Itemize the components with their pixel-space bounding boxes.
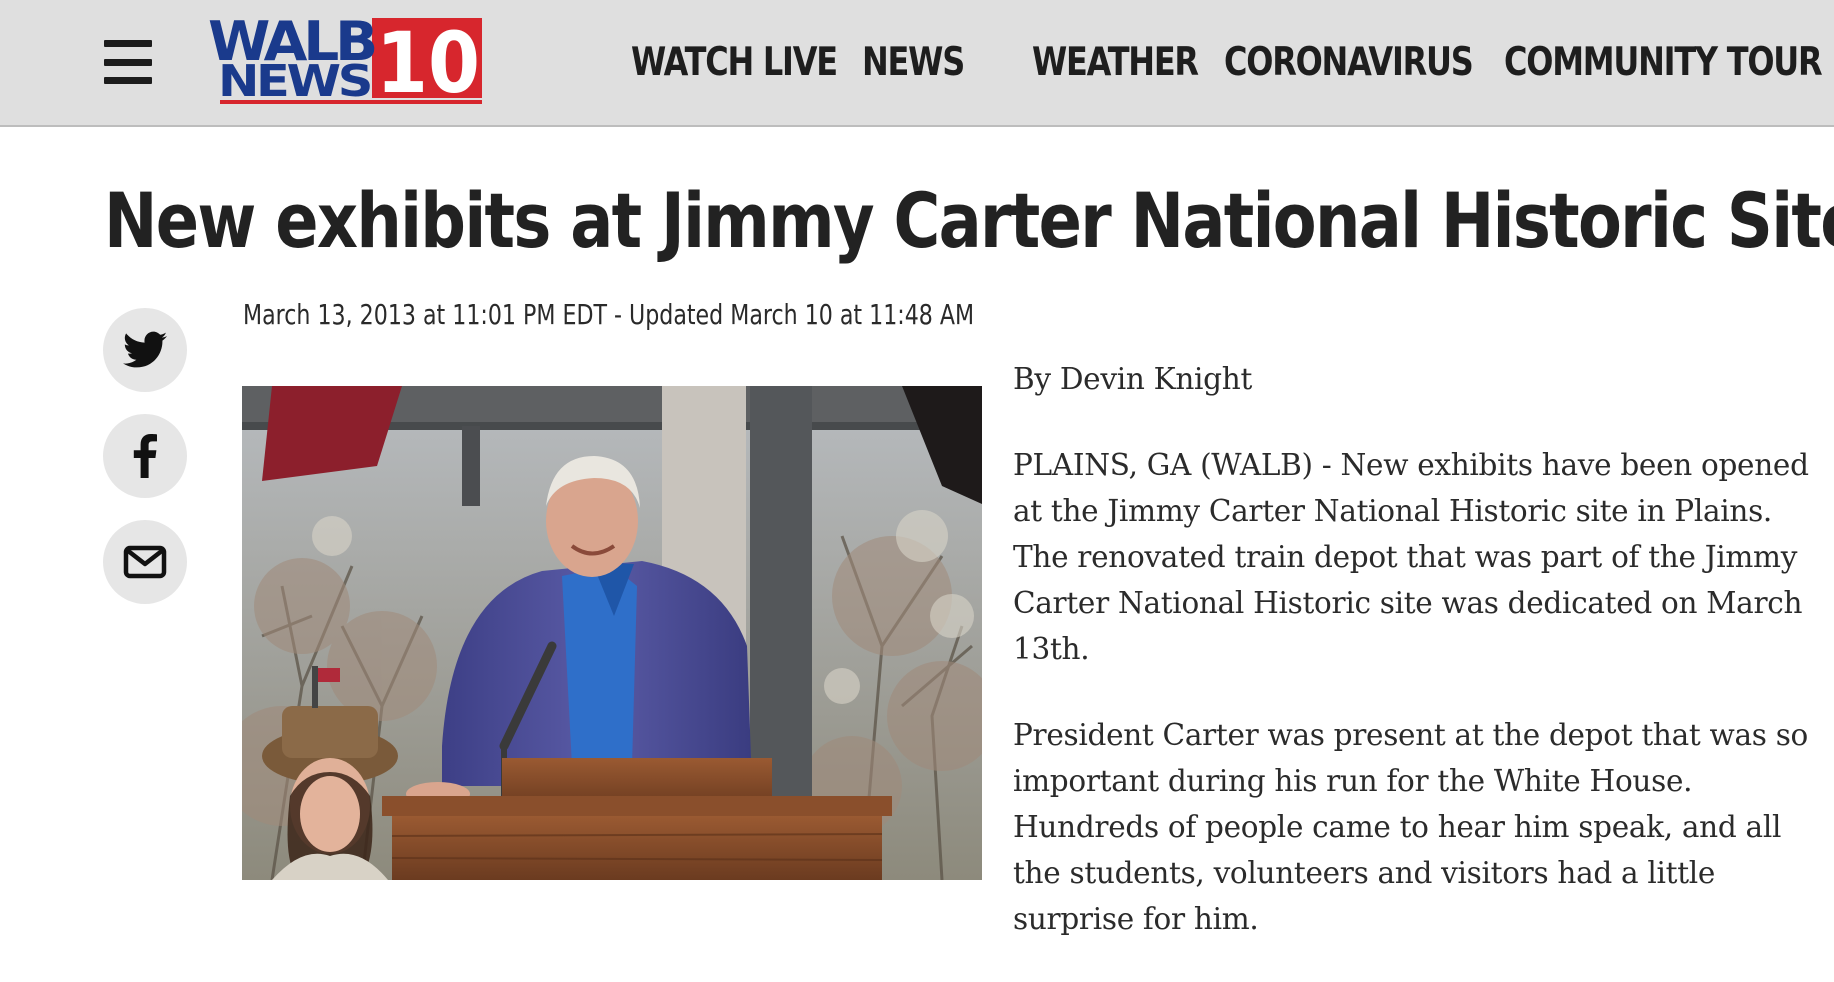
article-paragraph: President Carter was present at the depo… xyxy=(1013,718,1808,936)
nav-link-community-tour[interactable]: COMMUNITY TOUR xyxy=(1504,40,1823,85)
email-icon xyxy=(123,545,167,579)
nav-item-weather[interactable]: WEATHER xyxy=(1032,40,1199,90)
share-email-button[interactable] xyxy=(103,520,187,604)
share-facebook-button[interactable] xyxy=(103,414,187,498)
article-paragraph: PLAINS, GA (WALB) - New exhibits have be… xyxy=(1013,448,1809,666)
article-timestamp: March 13, 2013 at 11:01 PM EDT - Updated… xyxy=(243,298,975,331)
nav-link-coronavirus[interactable]: CORONAVIRUS xyxy=(1224,40,1474,85)
nav-item-news[interactable]: NEWS xyxy=(862,40,992,90)
nav-item-community-tour[interactable]: COMMUNITY TOUR xyxy=(1504,40,1823,90)
twitter-icon xyxy=(123,331,167,368)
nav-item-coronavirus[interactable]: CORONAVIRUS xyxy=(1224,40,1474,90)
nav-link-news[interactable]: NEWS xyxy=(862,40,969,85)
article-photo[interactable] xyxy=(242,386,982,880)
site-header: WALB NEWS 10 WATCH LIVE NEWS WEATHER COR… xyxy=(0,0,1834,127)
share-bar xyxy=(103,308,187,604)
nav-link-watch-live[interactable]: WATCH LIVE xyxy=(631,40,838,85)
article-byline: By Devin Knight xyxy=(1013,362,1253,396)
hamburger-menu-icon[interactable] xyxy=(104,40,152,84)
facebook-icon xyxy=(133,434,157,478)
logo-number-text: 10 xyxy=(376,16,480,106)
logo-news-text: NEWS xyxy=(218,56,370,106)
article-body: By Devin Knight PLAINS, GA (WALB) - New … xyxy=(1013,356,1813,982)
share-twitter-button[interactable] xyxy=(103,308,187,392)
walb-news-10-logo[interactable]: WALB NEWS 10 xyxy=(208,10,484,112)
article-title: New exhibits at Jimmy Carter National Hi… xyxy=(104,176,1834,265)
main-nav: WATCH LIVE NEWS WEATHER CORONAVIRUS COMM… xyxy=(631,40,1823,90)
nav-item-watch-live[interactable]: WATCH LIVE xyxy=(631,40,838,90)
nav-link-weather[interactable]: WEATHER xyxy=(1032,40,1199,85)
